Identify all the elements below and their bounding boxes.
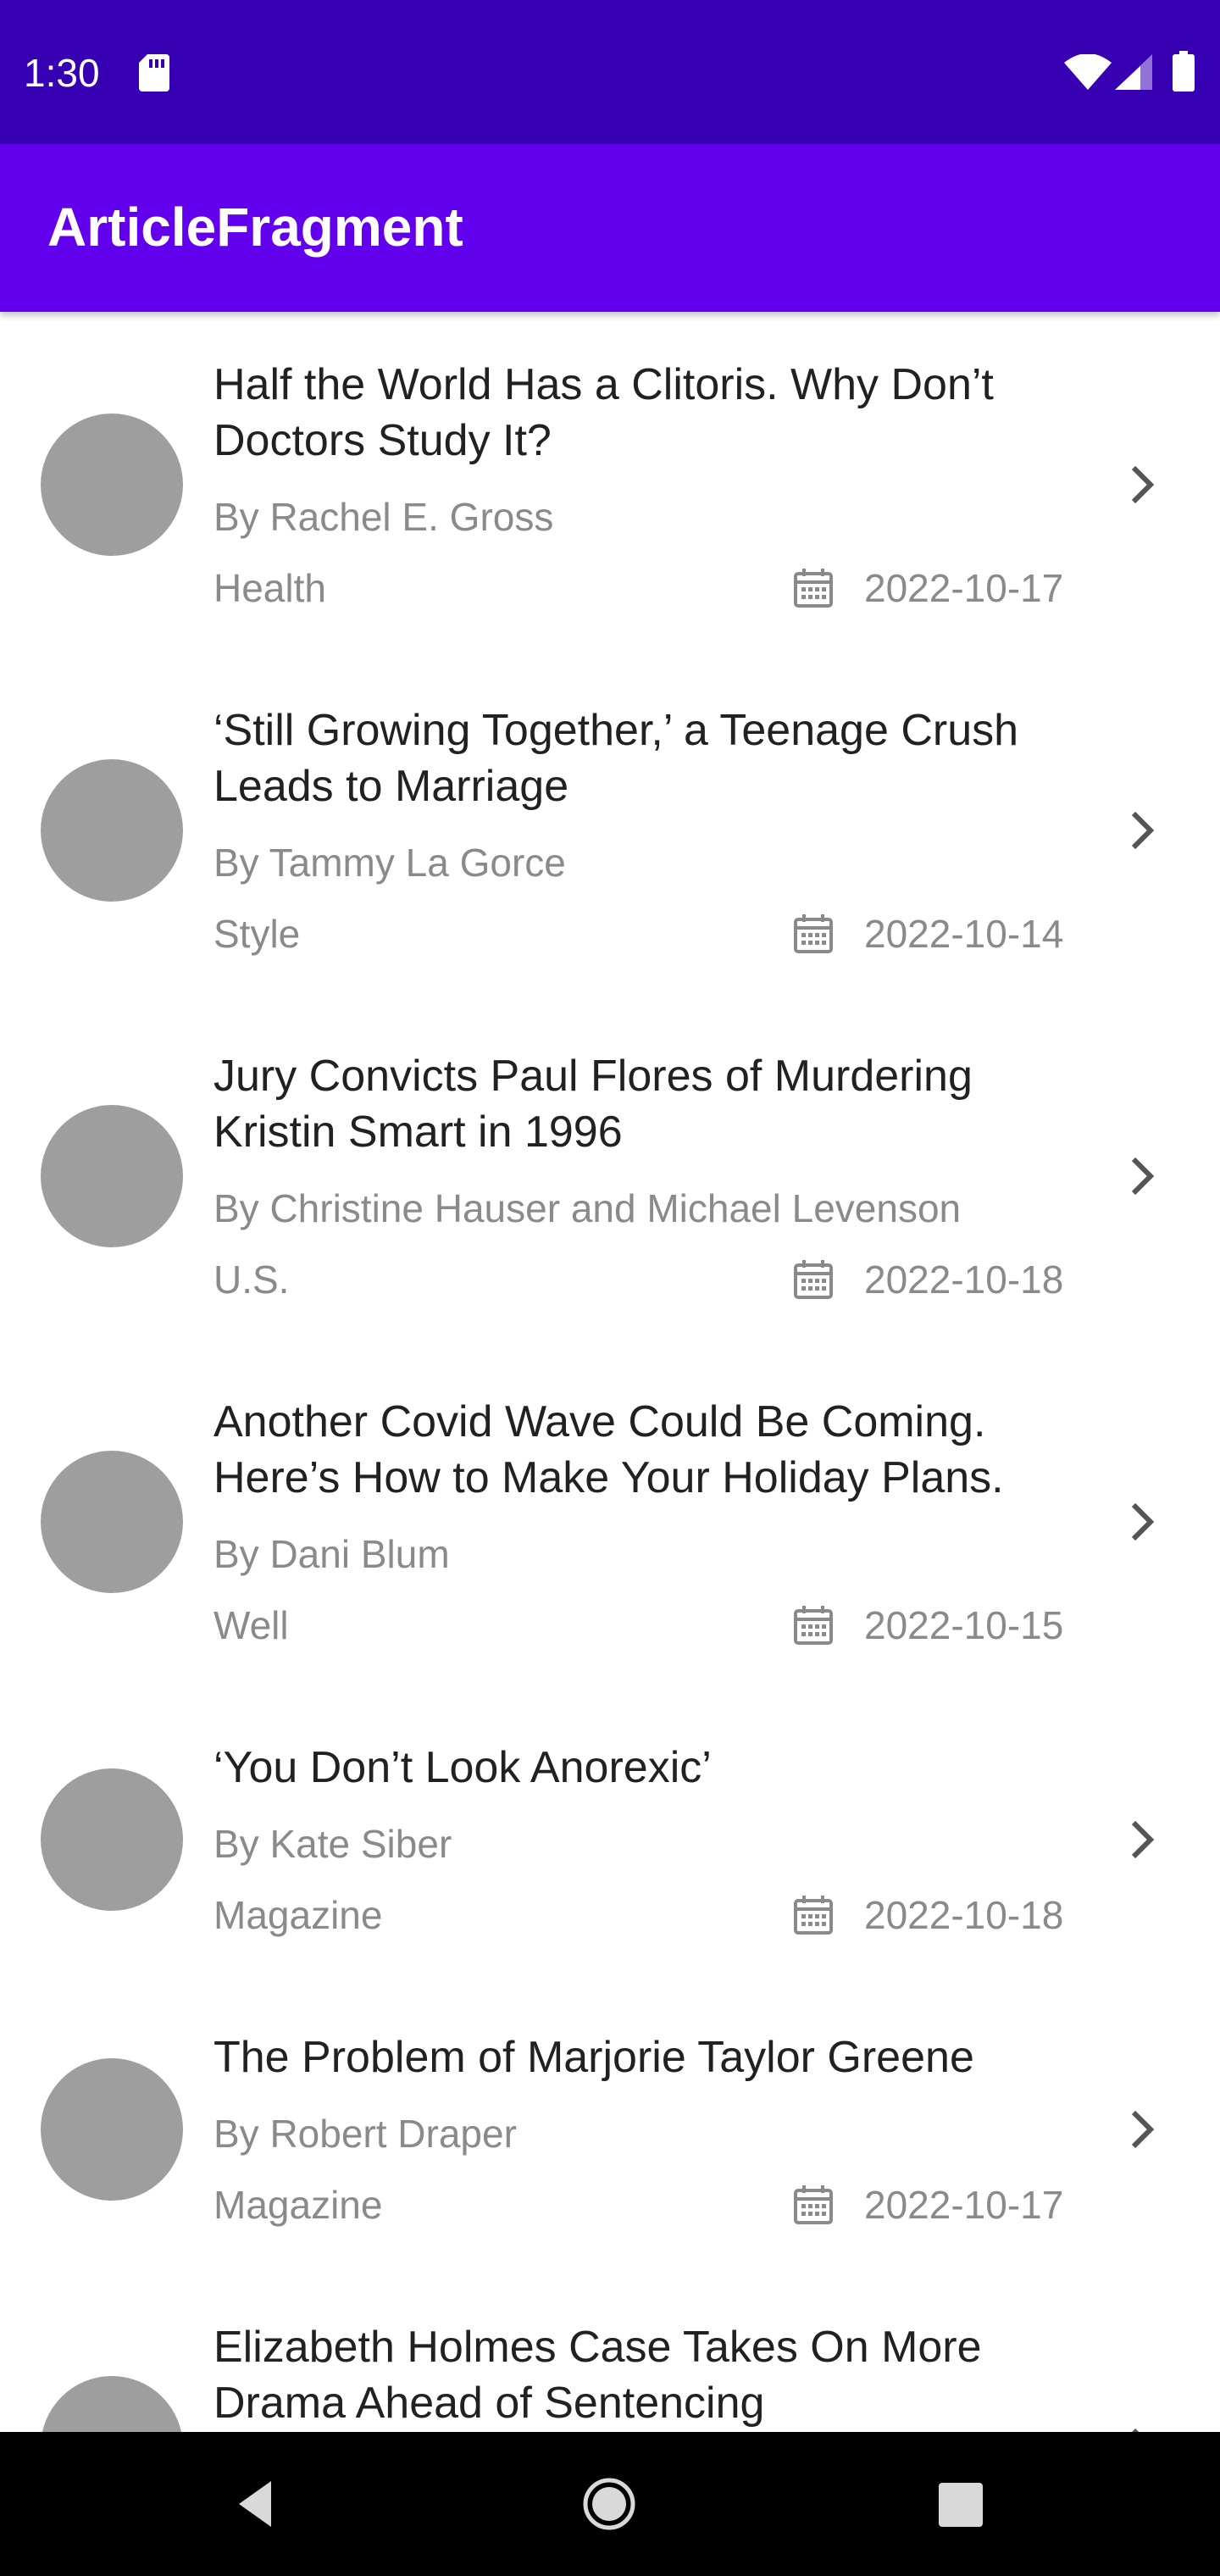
chevron-right-icon[interactable] [1123, 461, 1161, 508]
calendar-icon [794, 914, 833, 953]
wifi-icon [1064, 54, 1112, 90]
chevron-right-icon[interactable] [1123, 2423, 1161, 2432]
article-byline: By Rachel E. Gross [214, 495, 554, 539]
status-time: 1:30 [24, 51, 100, 95]
article-thumbnail [41, 759, 183, 902]
article-date: 2022-10-17 [864, 2183, 1064, 2227]
article-title: Another Covid Wave Could Be Coming. Here… [214, 1397, 1004, 1502]
article-title: ‘Still Growing Together,’ a Teenage Crus… [214, 706, 1019, 811]
article-byline: By Kate Siber [214, 1822, 452, 1866]
calendar-icon [794, 2185, 833, 2224]
calendar-icon [794, 1896, 833, 1935]
chevron-right-icon[interactable] [1123, 807, 1161, 854]
article-date: 2022-10-17 [864, 566, 1064, 610]
signal-icon [1115, 54, 1152, 90]
calendar-icon [794, 1606, 833, 1645]
article-thumbnail [41, 1105, 183, 1247]
article-date: 2022-10-15 [864, 1603, 1064, 1647]
article-list[interactable]: Half the World Has a Clitoris. Why Don’t… [0, 312, 1220, 2432]
article-thumbnail [41, 2058, 183, 2201]
back-icon[interactable] [230, 2476, 281, 2532]
article-byline: By Tammy La Gorce [214, 841, 566, 885]
article-byline: By Dani Blum [214, 1532, 450, 1576]
article-list-item[interactable]: The Problem of Marjorie Taylor Greene By… [0, 1985, 1220, 2274]
article-thumbnail [41, 2376, 183, 2432]
article-date: 2022-10-18 [864, 1257, 1064, 1302]
article-title: ‘You Don’t Look Anorexic’ [214, 1743, 712, 1792]
article-section: Magazine [214, 1893, 383, 1937]
article-title: The Problem of Marjorie Taylor Greene [214, 2033, 974, 2082]
article-thumbnail [41, 1768, 183, 1911]
article-section: Style [214, 912, 301, 956]
chevron-right-icon[interactable] [1123, 1498, 1161, 1546]
article-list-item[interactable]: Jury Convicts Paul Flores of Murdering K… [0, 1003, 1220, 1349]
article-list-item[interactable]: ‘Still Growing Together,’ a Teenage Crus… [0, 658, 1220, 1003]
article-title: Elizabeth Holmes Case Takes On More Dram… [214, 2323, 982, 2428]
article-section: Well [214, 1603, 289, 1647]
page-title: ArticleFragment [47, 197, 463, 258]
chevron-right-icon[interactable] [1123, 2106, 1161, 2153]
battery-icon [1173, 51, 1195, 92]
calendar-icon [794, 1260, 833, 1299]
article-list-item[interactable]: Elizabeth Holmes Case Takes On More Dram… [0, 2274, 1220, 2432]
calendar-icon [794, 569, 833, 608]
sd-card-icon [139, 54, 169, 92]
article-list-item[interactable]: ‘You Don’t Look Anorexic’ By Kate Siber … [0, 1695, 1220, 1985]
article-thumbnail [41, 1451, 183, 1593]
article-list-item[interactable]: Half the World Has a Clitoris. Why Don’t… [0, 312, 1220, 658]
article-title: Half the World Has a Clitoris. Why Don’t… [214, 360, 994, 465]
article-byline: By Robert Draper [214, 2112, 517, 2156]
recents-icon[interactable] [937, 2481, 984, 2529]
chevron-right-icon[interactable] [1123, 1816, 1161, 1863]
article-thumbnail [41, 414, 183, 556]
article-section: Magazine [214, 2183, 383, 2227]
article-section: U.S. [214, 1257, 290, 1302]
article-title: Jury Convicts Paul Flores of Murdering K… [214, 1052, 973, 1157]
article-date: 2022-10-14 [864, 912, 1064, 956]
chevron-right-icon[interactable] [1123, 1152, 1161, 1200]
app-bar: ArticleFragment [0, 144, 1220, 312]
status-bar: 1:30 [0, 0, 1220, 144]
article-section: Health [214, 566, 326, 610]
navigation-bar [0, 2432, 1220, 2576]
article-list-item[interactable]: Another Covid Wave Could Be Coming. Here… [0, 1349, 1220, 1695]
home-icon[interactable] [581, 2476, 637, 2532]
article-date: 2022-10-18 [864, 1893, 1064, 1937]
article-byline: By Christine Hauser and Michael Levenson [214, 1186, 962, 1230]
